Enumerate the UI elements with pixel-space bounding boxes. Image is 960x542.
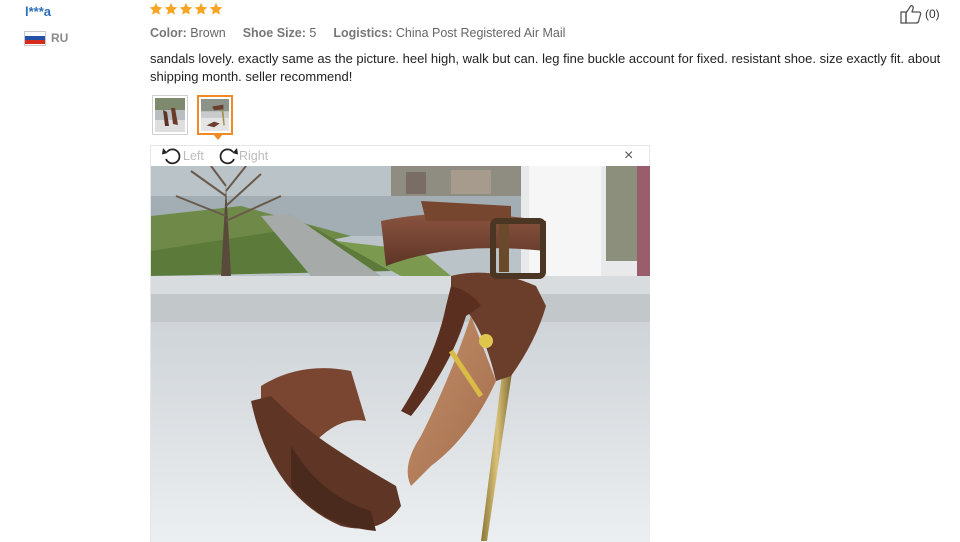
rotate-right-label: Right	[239, 149, 269, 163]
logistics-value: China Post Registered Air Mail	[395, 26, 566, 40]
rotate-right-icon	[219, 148, 238, 165]
thumbs-up-icon	[900, 5, 922, 24]
review-photo	[150, 166, 650, 542]
star-icon	[149, 2, 163, 15]
russia-flag-icon	[25, 31, 45, 45]
review-photo-thumbnail[interactable]	[152, 95, 188, 135]
close-icon: ×	[624, 147, 634, 164]
star-icon	[179, 2, 193, 15]
review-photo-thumbnail-active[interactable]	[197, 95, 233, 135]
helpful-count: (0)	[925, 7, 940, 21]
country-code: RU	[51, 31, 69, 45]
star-icon	[194, 2, 208, 15]
star-rating	[149, 2, 223, 16]
shoe-size-value: 5	[309, 26, 317, 40]
rotate-left-label: Left	[183, 149, 204, 163]
shoe-photo-image	[151, 166, 650, 542]
star-icon	[209, 2, 223, 15]
rotate-left-button[interactable]: Left	[161, 146, 204, 166]
review-text: sandals lovely. exactly same as the pict…	[150, 51, 941, 84]
shoe-thumbnail-image	[201, 99, 229, 131]
order-attributes: Color: Brown Shoe Size: 5 Logistics: Chi…	[150, 26, 565, 40]
active-thumbnail-pointer	[213, 134, 223, 140]
color-label: Color:	[150, 26, 187, 40]
close-viewer-button[interactable]: ×	[624, 147, 633, 165]
reviewer-name[interactable]: l***a	[25, 4, 51, 19]
rotate-right-button[interactable]: Right	[217, 146, 268, 166]
shoe-size-label: Shoe Size:	[242, 26, 306, 40]
logistics-label: Logistics:	[333, 26, 393, 40]
color-value: Brown	[190, 26, 226, 40]
star-icon	[164, 2, 178, 15]
reviewer-country: RU	[25, 30, 68, 46]
shoe-thumbnail-image	[155, 98, 185, 132]
rotate-left-icon	[162, 148, 181, 165]
helpful-button[interactable]: (0)	[900, 4, 940, 24]
